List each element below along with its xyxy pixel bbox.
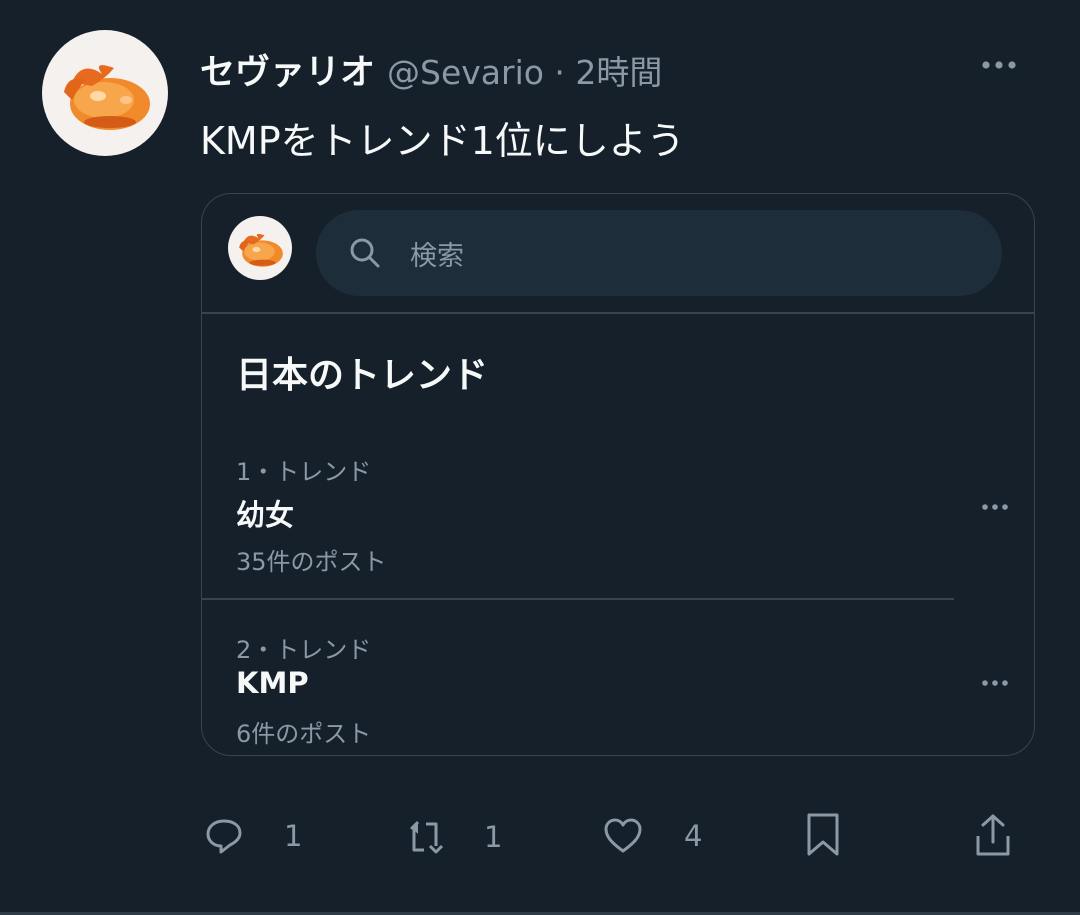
like-icon bbox=[604, 818, 642, 853]
search-box: 検索 bbox=[316, 210, 1002, 296]
reply-icon bbox=[206, 819, 242, 854]
more-icon bbox=[982, 680, 1008, 686]
search-placeholder: 検索 bbox=[410, 241, 464, 272]
trend-post-count: 6件のポスト bbox=[236, 720, 372, 748]
bookmark-button[interactable] bbox=[805, 812, 841, 858]
trend-name: KMP bbox=[236, 666, 309, 700]
tweet-more-button[interactable] bbox=[978, 56, 1020, 74]
trend-more-button bbox=[980, 676, 1010, 690]
divider bbox=[202, 312, 1034, 314]
tweet-text: KMPをトレンド1位にしよう bbox=[200, 119, 685, 163]
embedded-image-card[interactable]: 検索 日本のトレンド 1・トレンド 幼女 35件のポスト 2・トレンド KMP … bbox=[201, 193, 1035, 756]
trend-rank: 2・トレンド bbox=[236, 636, 372, 664]
avatar-image bbox=[64, 65, 150, 130]
tweet-header: セヴァリオ @Sevario · 2時間 bbox=[200, 44, 662, 95]
more-icon bbox=[982, 504, 1008, 510]
author-avatar[interactable] bbox=[42, 30, 168, 156]
reply-count: 1 bbox=[284, 819, 303, 853]
like-button[interactable]: 4 bbox=[602, 816, 702, 856]
avatar-image bbox=[239, 233, 283, 267]
bookmark-icon bbox=[807, 813, 839, 856]
trend-more-button bbox=[980, 500, 1010, 514]
display-name[interactable]: セヴァリオ bbox=[200, 44, 375, 95]
trend-name: 幼女 bbox=[236, 498, 295, 532]
reply-button[interactable]: 1 bbox=[204, 816, 302, 856]
retweet-button[interactable]: 1 bbox=[406, 816, 502, 858]
tweet-actions: 1 1 4 bbox=[0, 808, 1080, 868]
share-icon bbox=[976, 814, 1010, 856]
retweet-count: 1 bbox=[484, 820, 503, 854]
card-avatar bbox=[228, 216, 292, 280]
like-count: 4 bbox=[684, 819, 703, 853]
trends-title: 日本のトレンド bbox=[236, 355, 489, 396]
trend-post-count: 35件のポスト bbox=[236, 548, 387, 576]
divider bbox=[202, 598, 954, 600]
handle-and-time[interactable]: @Sevario · 2時間 bbox=[387, 46, 662, 94]
search-icon bbox=[348, 236, 382, 270]
retweet-icon bbox=[410, 820, 444, 854]
trend-rank: 1・トレンド bbox=[236, 458, 372, 486]
more-icon bbox=[982, 61, 1016, 69]
share-button[interactable] bbox=[974, 812, 1012, 858]
